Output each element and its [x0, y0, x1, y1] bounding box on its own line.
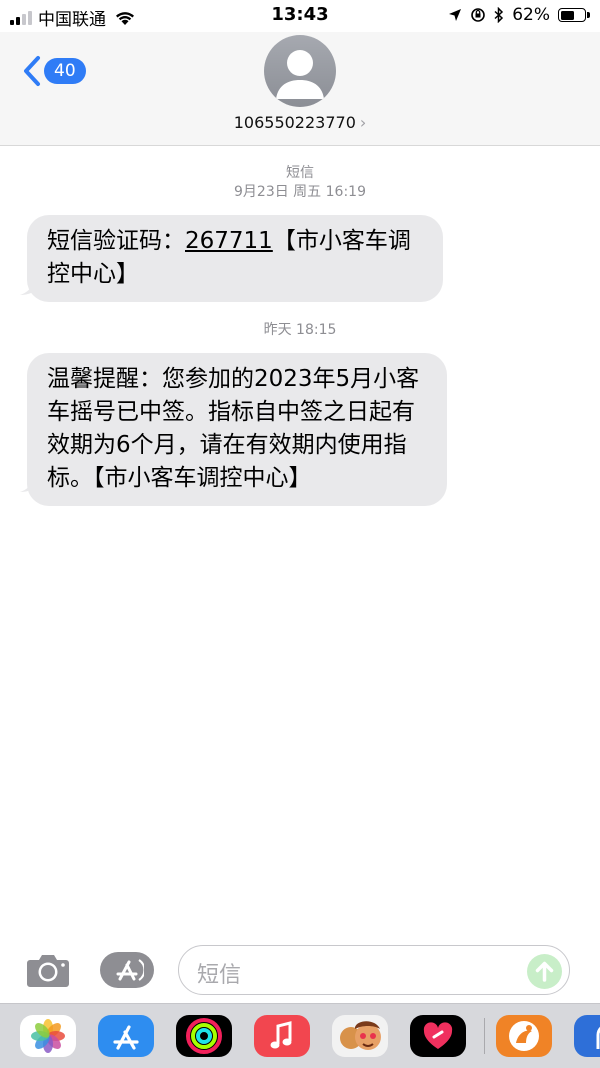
contact-name[interactable]: 106550223770 › — [0, 113, 600, 132]
battery-percent: 62% — [512, 5, 550, 25]
chevron-right-icon: › — [359, 113, 367, 132]
message-text: 短信验证码： — [47, 228, 185, 254]
contact-avatar[interactable] — [264, 35, 336, 107]
message-input[interactable]: 短信 — [178, 945, 570, 995]
bluetooth-icon — [494, 7, 504, 23]
location-arrow-icon — [449, 9, 462, 21]
message-timestamp: 9月23日 周五 16:19 — [234, 184, 366, 200]
back-button[interactable]: 40 — [22, 55, 86, 87]
activity-app[interactable] — [176, 1015, 232, 1057]
app-store-icon — [116, 959, 144, 981]
app-store-app[interactable] — [98, 1015, 154, 1057]
music-app[interactable] — [254, 1015, 310, 1057]
partial-app-icon — [596, 1027, 600, 1049]
orientation-lock-icon — [471, 8, 486, 22]
message-text: 温馨提醒：您参加的2023年5月小客车摇号已中签。指标自中签之日起有效期为6个月… — [47, 366, 420, 491]
camera-icon[interactable] — [26, 950, 70, 988]
music-icon — [270, 1021, 292, 1049]
message-input-placeholder: 短信 — [197, 963, 242, 988]
unread-count-badge: 40 — [44, 58, 86, 84]
person-silhouette-icon — [276, 50, 324, 99]
photos-app[interactable] — [20, 1015, 76, 1057]
activity-icon — [186, 1018, 222, 1054]
photos-icon — [31, 1019, 65, 1053]
message-bubble[interactable]: 短信验证码：267711【市小客车调控中心】 — [27, 215, 443, 302]
digital-touch-icon — [423, 1022, 453, 1049]
memoji-icon — [340, 1021, 381, 1050]
arrow-up-icon — [535, 961, 554, 982]
message-timestamp: 昨天 18:15 — [263, 322, 337, 338]
app-store-icon — [113, 1025, 139, 1050]
send-button[interactable] — [527, 954, 562, 989]
status-right: 62% — [448, 5, 590, 25]
message-bubble[interactable]: 温馨提醒：您参加的2023年5月小客车摇号已中签。指标自中签之日起有效期为6个月… — [27, 353, 447, 506]
conversation-header: 40 106550223770 › — [0, 32, 600, 146]
partial-app[interactable] — [574, 1015, 600, 1057]
chevron-left-icon — [24, 56, 40, 86]
drawer-divider — [484, 1018, 485, 1054]
app-drawer — [0, 1003, 600, 1068]
digital-touch-app[interactable] — [410, 1015, 466, 1057]
app-store-drawer-button[interactable] — [100, 952, 154, 988]
battery-icon — [558, 8, 590, 22]
verification-code-link[interactable]: 267711 — [185, 228, 273, 254]
status-bar: 中国联通 13:43 62% — [0, 0, 600, 32]
memoji-app[interactable] — [332, 1015, 388, 1057]
third-party-app-icon — [509, 1021, 539, 1051]
contact-number: 106550223770 — [233, 113, 356, 132]
message-channel-label: 短信 — [286, 165, 314, 181]
third-party-app[interactable] — [496, 1015, 552, 1057]
